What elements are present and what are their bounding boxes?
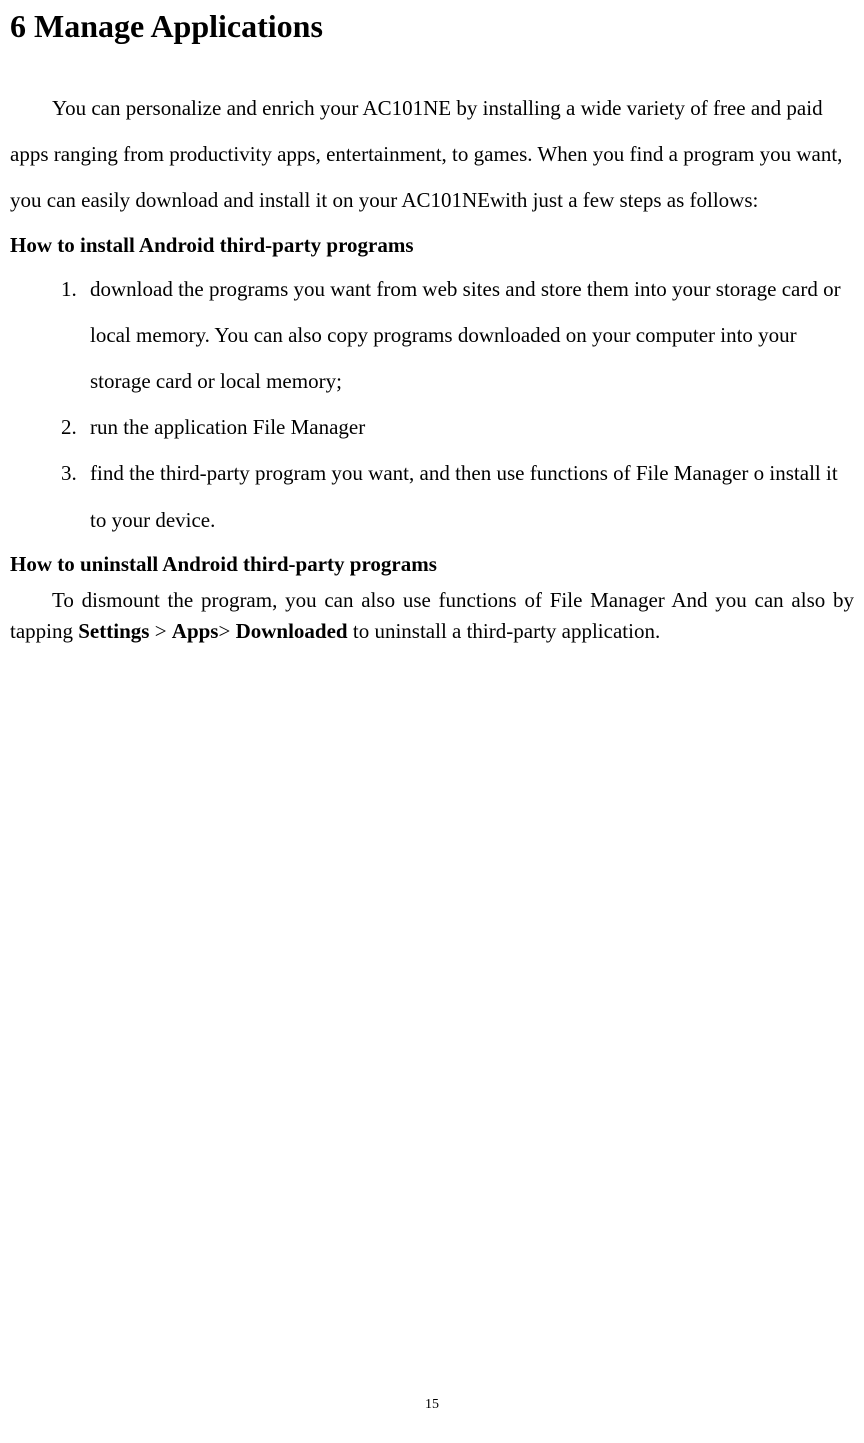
page-heading: 6 Manage Applications <box>10 8 854 45</box>
settings-label: Settings <box>78 619 149 643</box>
install-subheading: How to install Android third-party progr… <box>10 224 854 266</box>
uninstall-paragraph: To dismount the program, you can also us… <box>10 585 854 648</box>
separator: > <box>149 619 171 643</box>
list-item: find the third-party program you want, a… <box>82 450 854 542</box>
page-number: 15 <box>0 1397 864 1413</box>
downloaded-label: Downloaded <box>236 619 348 643</box>
apps-label: Apps <box>172 619 219 643</box>
list-item: run the application File Manager <box>82 404 854 450</box>
separator: > <box>218 619 235 643</box>
intro-paragraph: You can personalize and enrich your AC10… <box>10 85 854 224</box>
list-item: download the programs you want from web … <box>82 266 854 405</box>
uninstall-text: to uninstall a third-party application. <box>348 619 661 643</box>
uninstall-subheading: How to uninstall Android third-party pro… <box>10 543 854 585</box>
install-steps-list: download the programs you want from web … <box>10 266 854 543</box>
